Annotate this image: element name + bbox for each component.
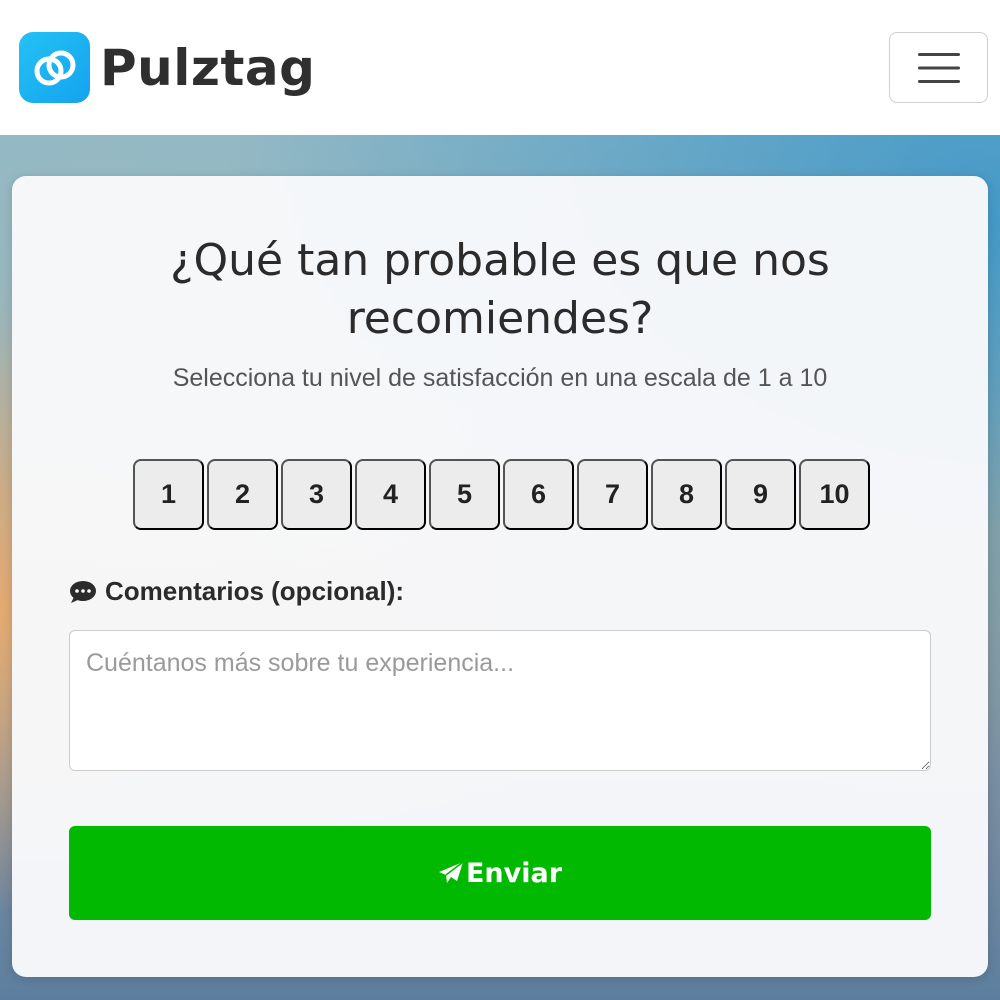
rating-button-7[interactable]: 7 bbox=[577, 459, 648, 530]
link-circles-icon bbox=[19, 32, 90, 103]
survey-subtitle: Selecciona tu nivel de satisfacción en u… bbox=[172, 364, 828, 392]
rating-button-9[interactable]: 9 bbox=[725, 459, 796, 530]
survey-title: ¿Qué tan probable es que nos recomiendes… bbox=[170, 235, 830, 344]
top-navbar: Pulztag bbox=[0, 0, 1000, 135]
submit-button[interactable]: Enviar bbox=[69, 826, 931, 920]
rating-button-5[interactable]: 5 bbox=[429, 459, 500, 530]
rating-button-3[interactable]: 3 bbox=[281, 459, 352, 530]
comments-textarea[interactable] bbox=[69, 630, 931, 771]
hamburger-icon bbox=[917, 52, 960, 83]
paper-plane-icon bbox=[438, 861, 464, 885]
comments-label-text: Comentarios (opcional): bbox=[105, 576, 405, 606]
rating-button-10[interactable]: 10 bbox=[799, 459, 870, 530]
menu-toggle-button[interactable] bbox=[889, 32, 988, 103]
comment-icon bbox=[69, 580, 97, 604]
rating-button-4[interactable]: 4 bbox=[355, 459, 426, 530]
comments-label: Comentarios (opcional): bbox=[69, 576, 404, 607]
brand-name: Pulztag bbox=[100, 38, 316, 97]
rating-scale: 1 2 3 4 5 6 7 8 9 10 bbox=[133, 459, 870, 530]
rating-button-2[interactable]: 2 bbox=[207, 459, 278, 530]
rating-button-1[interactable]: 1 bbox=[133, 459, 204, 530]
rating-button-6[interactable]: 6 bbox=[503, 459, 574, 530]
submit-button-label: Enviar bbox=[465, 857, 563, 889]
brand[interactable]: Pulztag bbox=[19, 32, 315, 103]
rating-button-8[interactable]: 8 bbox=[651, 459, 722, 530]
